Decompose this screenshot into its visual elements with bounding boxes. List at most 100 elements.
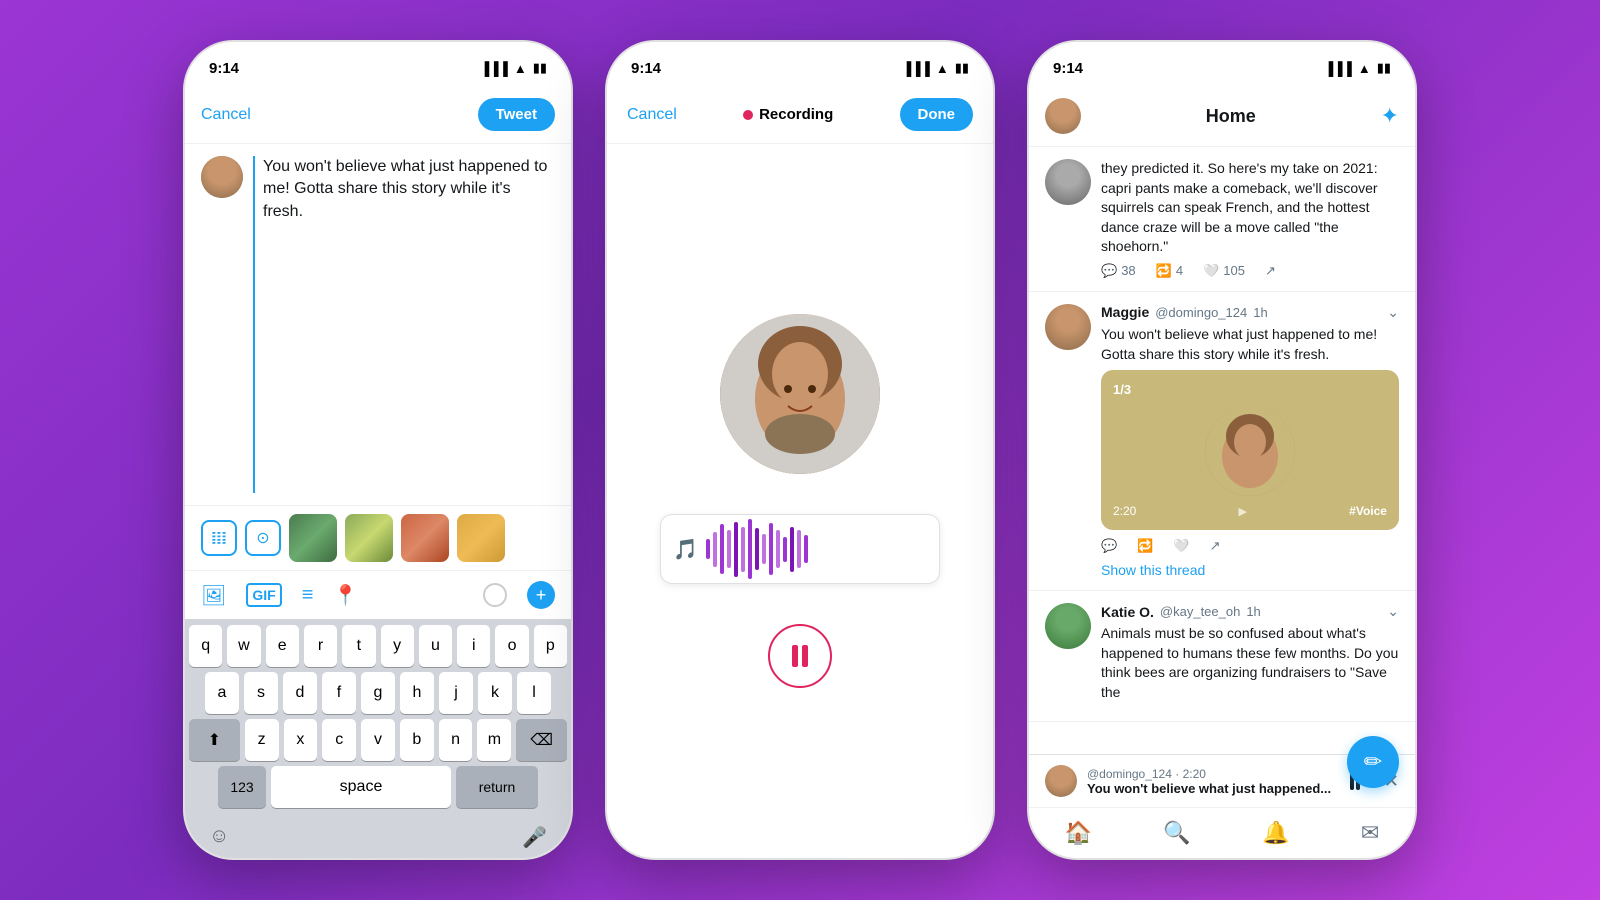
photo-thumb-4[interactable]	[457, 514, 505, 562]
gif-icon[interactable]: GIF	[246, 583, 281, 607]
tweet-avatar-3	[1045, 603, 1091, 649]
waveform-bar-13	[797, 530, 801, 568]
search-nav-icon[interactable]: 🔍	[1163, 820, 1190, 846]
photo-thumb-3[interactable]	[401, 514, 449, 562]
chevron-down-icon-2[interactable]: ⌄	[1387, 304, 1399, 321]
key-w[interactable]: w	[227, 625, 260, 667]
tweet-username-2: Maggie	[1101, 304, 1149, 320]
list-icon[interactable]: ≡	[302, 584, 314, 607]
image-icon[interactable]: 🖼	[201, 583, 226, 608]
tweet-body-3: Animals must be so confused about what's…	[1101, 624, 1399, 702]
waveform-bar-3	[727, 530, 731, 568]
chevron-down-icon-3[interactable]: ⌄	[1387, 603, 1399, 620]
recording-cancel-button[interactable]: Cancel	[627, 106, 677, 124]
waveform-bars	[706, 524, 808, 574]
key-i[interactable]: i	[457, 625, 490, 667]
share-icon-2: ↗	[1210, 538, 1221, 554]
mini-player-handle: @domingo_124 · 2:20	[1087, 767, 1340, 781]
key-delete[interactable]: ⌫	[516, 719, 567, 761]
voice-card-bottom: 2:20 ▶ #Voice	[1113, 504, 1387, 518]
key-b[interactable]: b	[400, 719, 434, 761]
waveform-bar-2	[720, 524, 724, 574]
waveform-bar-11	[783, 537, 787, 562]
key-numbers[interactable]: 123	[218, 766, 266, 808]
share-action-1[interactable]: ↗	[1265, 263, 1276, 279]
show-thread-link[interactable]: Show this thread	[1101, 554, 1399, 578]
key-shift[interactable]: ⬆	[189, 719, 240, 761]
tweet-text[interactable]: You won't believe what just happened to …	[253, 156, 555, 493]
audio-waveform-button[interactable]: 𝍖	[201, 520, 237, 556]
key-c[interactable]: c	[322, 719, 356, 761]
key-g[interactable]: g	[361, 672, 395, 714]
reply-action-2[interactable]: 💬	[1101, 538, 1117, 554]
tweet-time-3: 1h	[1246, 604, 1260, 619]
mic-icon[interactable]: 🎤	[522, 825, 547, 850]
key-l[interactable]: l	[517, 672, 551, 714]
key-e[interactable]: e	[266, 625, 299, 667]
key-x[interactable]: x	[284, 719, 318, 761]
waveform-bar-8	[762, 534, 766, 564]
share-action-2[interactable]: ↗	[1210, 538, 1221, 554]
tweet-handle-3: @kay_tee_oh	[1160, 604, 1240, 619]
add-button[interactable]: +	[527, 581, 555, 609]
composer-content: Cancel Tweet You won't believe what just…	[185, 86, 571, 858]
recording-dot	[743, 110, 753, 120]
like-action-1[interactable]: 🤍 105	[1203, 263, 1245, 279]
done-button[interactable]: Done	[900, 98, 974, 131]
voice-card[interactable]: 1/3 2:20 ▶ #Voice	[1101, 370, 1399, 530]
cancel-button[interactable]: Cancel	[201, 106, 251, 124]
bottom-nav: 🏠 🔍 🔔 ✉	[1029, 807, 1415, 858]
recording-body: 🎵	[607, 144, 993, 858]
key-v[interactable]: v	[361, 719, 395, 761]
sparkle-icon[interactable]: ✦	[1381, 103, 1399, 129]
home-nav-icon[interactable]: 🏠	[1065, 820, 1092, 846]
key-k[interactable]: k	[478, 672, 512, 714]
key-p[interactable]: p	[534, 625, 567, 667]
key-a[interactable]: a	[205, 672, 239, 714]
notifications-nav-icon[interactable]: 🔔	[1262, 820, 1289, 846]
compose-fab-button[interactable]: ✏	[1347, 736, 1399, 788]
signal-icon-1: ▐▐▐	[480, 61, 508, 76]
photo-thumb-2[interactable]	[345, 514, 393, 562]
photo-thumb-1[interactable]	[289, 514, 337, 562]
retweet-action-1[interactable]: 🔁 4	[1156, 263, 1183, 279]
key-j[interactable]: j	[439, 672, 473, 714]
tweet-button[interactable]: Tweet	[478, 98, 555, 131]
key-f[interactable]: f	[322, 672, 356, 714]
key-u[interactable]: u	[419, 625, 452, 667]
camera-button[interactable]: ⊙	[245, 520, 281, 556]
key-s[interactable]: s	[244, 672, 278, 714]
status-icons-3: ▐▐▐ ▲ ▮▮	[1324, 60, 1391, 76]
pause-button[interactable]	[768, 624, 832, 688]
signal-icon-3: ▐▐▐	[1324, 61, 1352, 76]
emoji-icon[interactable]: ☺	[209, 825, 229, 850]
key-h[interactable]: h	[400, 672, 434, 714]
key-d[interactable]: d	[283, 672, 317, 714]
key-r[interactable]: r	[304, 625, 337, 667]
voice-hashtag: #Voice	[1349, 504, 1387, 518]
retweet-icon-1: 🔁	[1156, 263, 1172, 279]
key-t[interactable]: t	[342, 625, 375, 667]
key-return[interactable]: return	[456, 766, 538, 808]
play-indicator: ▶	[1239, 505, 1247, 518]
waveform-icon: 𝍖	[211, 528, 227, 549]
tweet-user-line-2: Maggie @domingo_124 1h ⌄	[1101, 304, 1399, 321]
reply-action-1[interactable]: 💬 38	[1101, 263, 1136, 279]
key-m[interactable]: m	[477, 719, 511, 761]
key-o[interactable]: o	[495, 625, 528, 667]
avatar-face	[201, 156, 243, 198]
key-y[interactable]: y	[381, 625, 414, 667]
location-icon[interactable]: 📍	[333, 583, 358, 608]
retweet-action-2[interactable]: 🔁	[1137, 538, 1153, 554]
like-action-2[interactable]: 🤍	[1173, 538, 1189, 554]
user-feed-avatar[interactable]	[1045, 98, 1081, 134]
messages-nav-icon[interactable]: ✉	[1361, 820, 1379, 846]
tweet-item-3: Katie O. @kay_tee_oh 1h ⌄ Animals must b…	[1029, 591, 1415, 721]
key-space[interactable]: space	[271, 766, 451, 808]
key-n[interactable]: n	[439, 719, 473, 761]
pause-icon	[789, 645, 811, 667]
key-z[interactable]: z	[245, 719, 279, 761]
waveform-bar-4	[734, 522, 738, 577]
key-q[interactable]: q	[189, 625, 222, 667]
tweet-username-3: Katie O.	[1101, 604, 1154, 620]
